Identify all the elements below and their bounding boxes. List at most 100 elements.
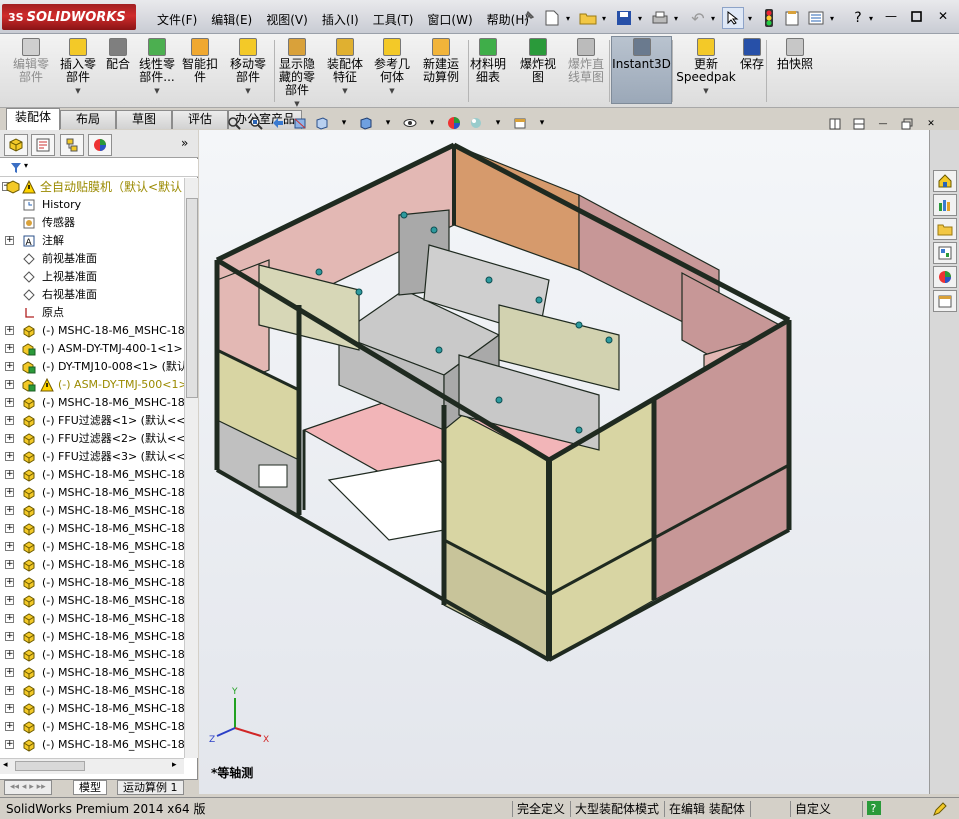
menu-window[interactable]: 窗口(W) bbox=[420, 9, 479, 30]
view-palette-icon[interactable] bbox=[933, 242, 957, 264]
apply-scene-chevron-icon[interactable]: ▾ bbox=[490, 115, 506, 131]
tab-motion-study[interactable]: 运动算例 1 bbox=[117, 780, 184, 795]
tree-item[interactable]: 右视基准面 bbox=[0, 286, 184, 304]
tree-item[interactable]: History bbox=[0, 196, 184, 214]
feature-manager-tab-icon[interactable] bbox=[4, 134, 28, 156]
tree-item[interactable]: + (-) FFU过滤器<3> (默认<< bbox=[0, 448, 184, 466]
tree-item[interactable]: + A 注解 bbox=[0, 232, 184, 250]
bill-of-materials-button[interactable]: 材料明 细表 bbox=[468, 38, 508, 84]
tree-item[interactable]: + (-) MSHC-18-M6_MSHC-18-M bbox=[0, 556, 184, 574]
select-cursor-icon[interactable] bbox=[722, 7, 744, 29]
file-properties-icon[interactable] bbox=[782, 7, 802, 29]
tree-horizontal-scrollbar[interactable]: ◂ ▸ bbox=[0, 758, 184, 774]
tree-item[interactable]: + (-) ASM-DY-TMJ-500<1> bbox=[0, 376, 184, 394]
new-motion-study-button[interactable]: 新建运 动算例 bbox=[418, 38, 464, 84]
reference-geometry-button[interactable]: 参考几 何体 ▼ bbox=[370, 38, 414, 98]
instant3d-button[interactable]: Instant3D bbox=[611, 38, 672, 71]
linear-pattern-button[interactable]: 线性零 部件... ▼ bbox=[136, 38, 178, 98]
dropdown-chevron-icon[interactable]: ▼ bbox=[136, 85, 178, 98]
previous-view-icon[interactable] bbox=[270, 115, 286, 131]
save-disk-icon[interactable] bbox=[614, 7, 634, 29]
options-list-icon[interactable] bbox=[806, 7, 826, 29]
snapshot-button[interactable]: 拍快照 bbox=[772, 38, 818, 71]
new-dropdown-chevron-icon[interactable]: ▾ bbox=[563, 7, 573, 29]
menu-edit[interactable]: 编辑(E) bbox=[204, 9, 259, 30]
display-style-chevron-icon[interactable]: ▾ bbox=[380, 115, 396, 131]
tree-expand-icon[interactable]: + bbox=[5, 344, 14, 353]
tree-vertical-scrollbar[interactable] bbox=[184, 178, 198, 758]
dropdown-chevron-icon[interactable]: ▼ bbox=[370, 85, 414, 98]
new-document-icon[interactable] bbox=[542, 7, 562, 29]
tree-item[interactable]: + (-) MSHC-18-M6_MSHC-18-M bbox=[0, 484, 184, 502]
tree-item[interactable]: + (-) MSHC-18-M6_MSHC-18-M bbox=[0, 736, 184, 754]
hide-show-chevron-icon[interactable]: ▾ bbox=[424, 115, 440, 131]
edit-appearance-icon[interactable] bbox=[446, 115, 462, 131]
tree-expand-icon[interactable]: + bbox=[5, 614, 14, 623]
help-question-icon[interactable]: ? bbox=[850, 7, 866, 29]
menu-file[interactable]: 文件(F) bbox=[150, 9, 204, 30]
tree-expand-icon[interactable]: + bbox=[5, 596, 14, 605]
tree-item[interactable]: + (-) MSHC-18-M6_MSHC-18-M bbox=[0, 592, 184, 610]
menu-view[interactable]: 视图(V) bbox=[259, 9, 315, 30]
open-dropdown-chevron-icon[interactable]: ▾ bbox=[599, 7, 609, 29]
tree-item[interactable]: 前视基准面 bbox=[0, 250, 184, 268]
tree-expand-icon[interactable]: + bbox=[5, 470, 14, 479]
horizontal-scroll-thumb[interactable] bbox=[15, 761, 85, 771]
tree-item[interactable]: + (-) MSHC-18-M6_MSHC-18-M bbox=[0, 664, 184, 682]
tree-item[interactable]: + (-) FFU过滤器<2> (默认<< bbox=[0, 430, 184, 448]
save-button[interactable]: 保存 bbox=[738, 38, 766, 71]
exploded-view-button[interactable]: 爆炸视图 bbox=[516, 38, 560, 84]
show-hidden-button[interactable]: 显示隐 藏的零 部件 ▼ bbox=[276, 38, 318, 111]
scroll-left-arrow-icon[interactable]: ◂ bbox=[3, 760, 8, 770]
undo-dropdown-chevron-icon[interactable]: ▾ bbox=[708, 7, 718, 29]
tab-layout[interactable]: 布局 bbox=[60, 110, 116, 129]
tree-expand-icon[interactable]: + bbox=[5, 722, 14, 731]
close-icon[interactable]: ✕ bbox=[933, 7, 953, 25]
expand-panel-chevron-icon[interactable]: » bbox=[181, 136, 188, 150]
tree-item[interactable]: + (-) MSHC-18-M6_MSHC-18-M bbox=[0, 466, 184, 484]
menu-insert[interactable]: 插入(I) bbox=[315, 9, 366, 30]
tree-expand-icon[interactable]: + bbox=[5, 704, 14, 713]
minimize-icon[interactable]: — bbox=[881, 7, 901, 25]
tree-item[interactable]: + (-) DY-TMJ10-008<1> (默认 bbox=[0, 358, 184, 376]
mate-button[interactable]: 配合 bbox=[100, 38, 136, 71]
tree-expand-icon[interactable]: + bbox=[5, 416, 14, 425]
tab-nav-arrows-icon[interactable]: ◂◂ ◂ ▸ ▸▸ bbox=[4, 780, 52, 795]
view-settings-chevron-icon[interactable]: ▾ bbox=[534, 115, 550, 131]
print-icon[interactable] bbox=[650, 7, 670, 29]
rebuild-traffic-light-icon[interactable] bbox=[760, 7, 778, 29]
tree-expand-icon[interactable]: + bbox=[5, 236, 14, 245]
tree-item[interactable]: + (-) MSHC-18-M6_MSHC-18-M bbox=[0, 538, 184, 556]
viewport-minimize-icon[interactable]: — bbox=[875, 116, 891, 132]
undo-icon[interactable]: ↶ bbox=[688, 7, 708, 29]
tree-expand-icon[interactable]: + bbox=[5, 542, 14, 551]
property-manager-tab-icon[interactable] bbox=[31, 134, 55, 156]
tree-item[interactable]: 上视基准面 bbox=[0, 268, 184, 286]
section-view-icon[interactable] bbox=[292, 115, 308, 131]
solidworks-resources-home-icon[interactable] bbox=[933, 170, 957, 192]
tree-item[interactable]: + (-) MSHC-18-M6_MSHC-18-M bbox=[0, 610, 184, 628]
assembly-model[interactable]: Y X Z bbox=[199, 130, 929, 794]
display-manager-tab-icon[interactable] bbox=[88, 134, 112, 156]
tile-horizontal-icon[interactable] bbox=[851, 116, 867, 132]
solidworks-logo[interactable]: 3S SOLIDWORKS bbox=[2, 4, 136, 30]
insert-component-button[interactable]: 插入零 部件 ▼ bbox=[58, 38, 98, 98]
tree-item[interactable]: + (-) MSHC-18-M6_MSHC-18-M bbox=[0, 682, 184, 700]
view-settings-icon[interactable] bbox=[512, 115, 528, 131]
tile-vertical-icon[interactable] bbox=[827, 116, 843, 132]
tree-item[interactable]: + (-) ASM-DY-TMJ-400-1<1> ( bbox=[0, 340, 184, 358]
tree-item[interactable]: + (-) FFU过滤器<1> (默认<< bbox=[0, 412, 184, 430]
dropdown-chevron-icon[interactable]: ▼ bbox=[323, 85, 367, 98]
tab-assembly[interactable]: 装配体 bbox=[6, 108, 60, 130]
edit-component-button[interactable]: 编辑零 部件 bbox=[6, 38, 56, 84]
dropdown-chevron-icon[interactable]: ▼ bbox=[222, 85, 274, 98]
dropdown-chevron-icon[interactable]: ▼ bbox=[674, 85, 738, 98]
print-dropdown-chevron-icon[interactable]: ▾ bbox=[671, 7, 681, 29]
view-orientation-icon[interactable] bbox=[314, 115, 330, 131]
help-dropdown-chevron-icon[interactable]: ▾ bbox=[866, 7, 876, 29]
display-style-icon[interactable] bbox=[358, 115, 374, 131]
tree-expand-icon[interactable]: + bbox=[5, 452, 14, 461]
configuration-manager-tab-icon[interactable] bbox=[60, 134, 84, 156]
tree-item[interactable]: + (-) MSHC-18-M6_MSHC-18-M bbox=[0, 700, 184, 718]
pin-icon[interactable] bbox=[522, 9, 536, 23]
